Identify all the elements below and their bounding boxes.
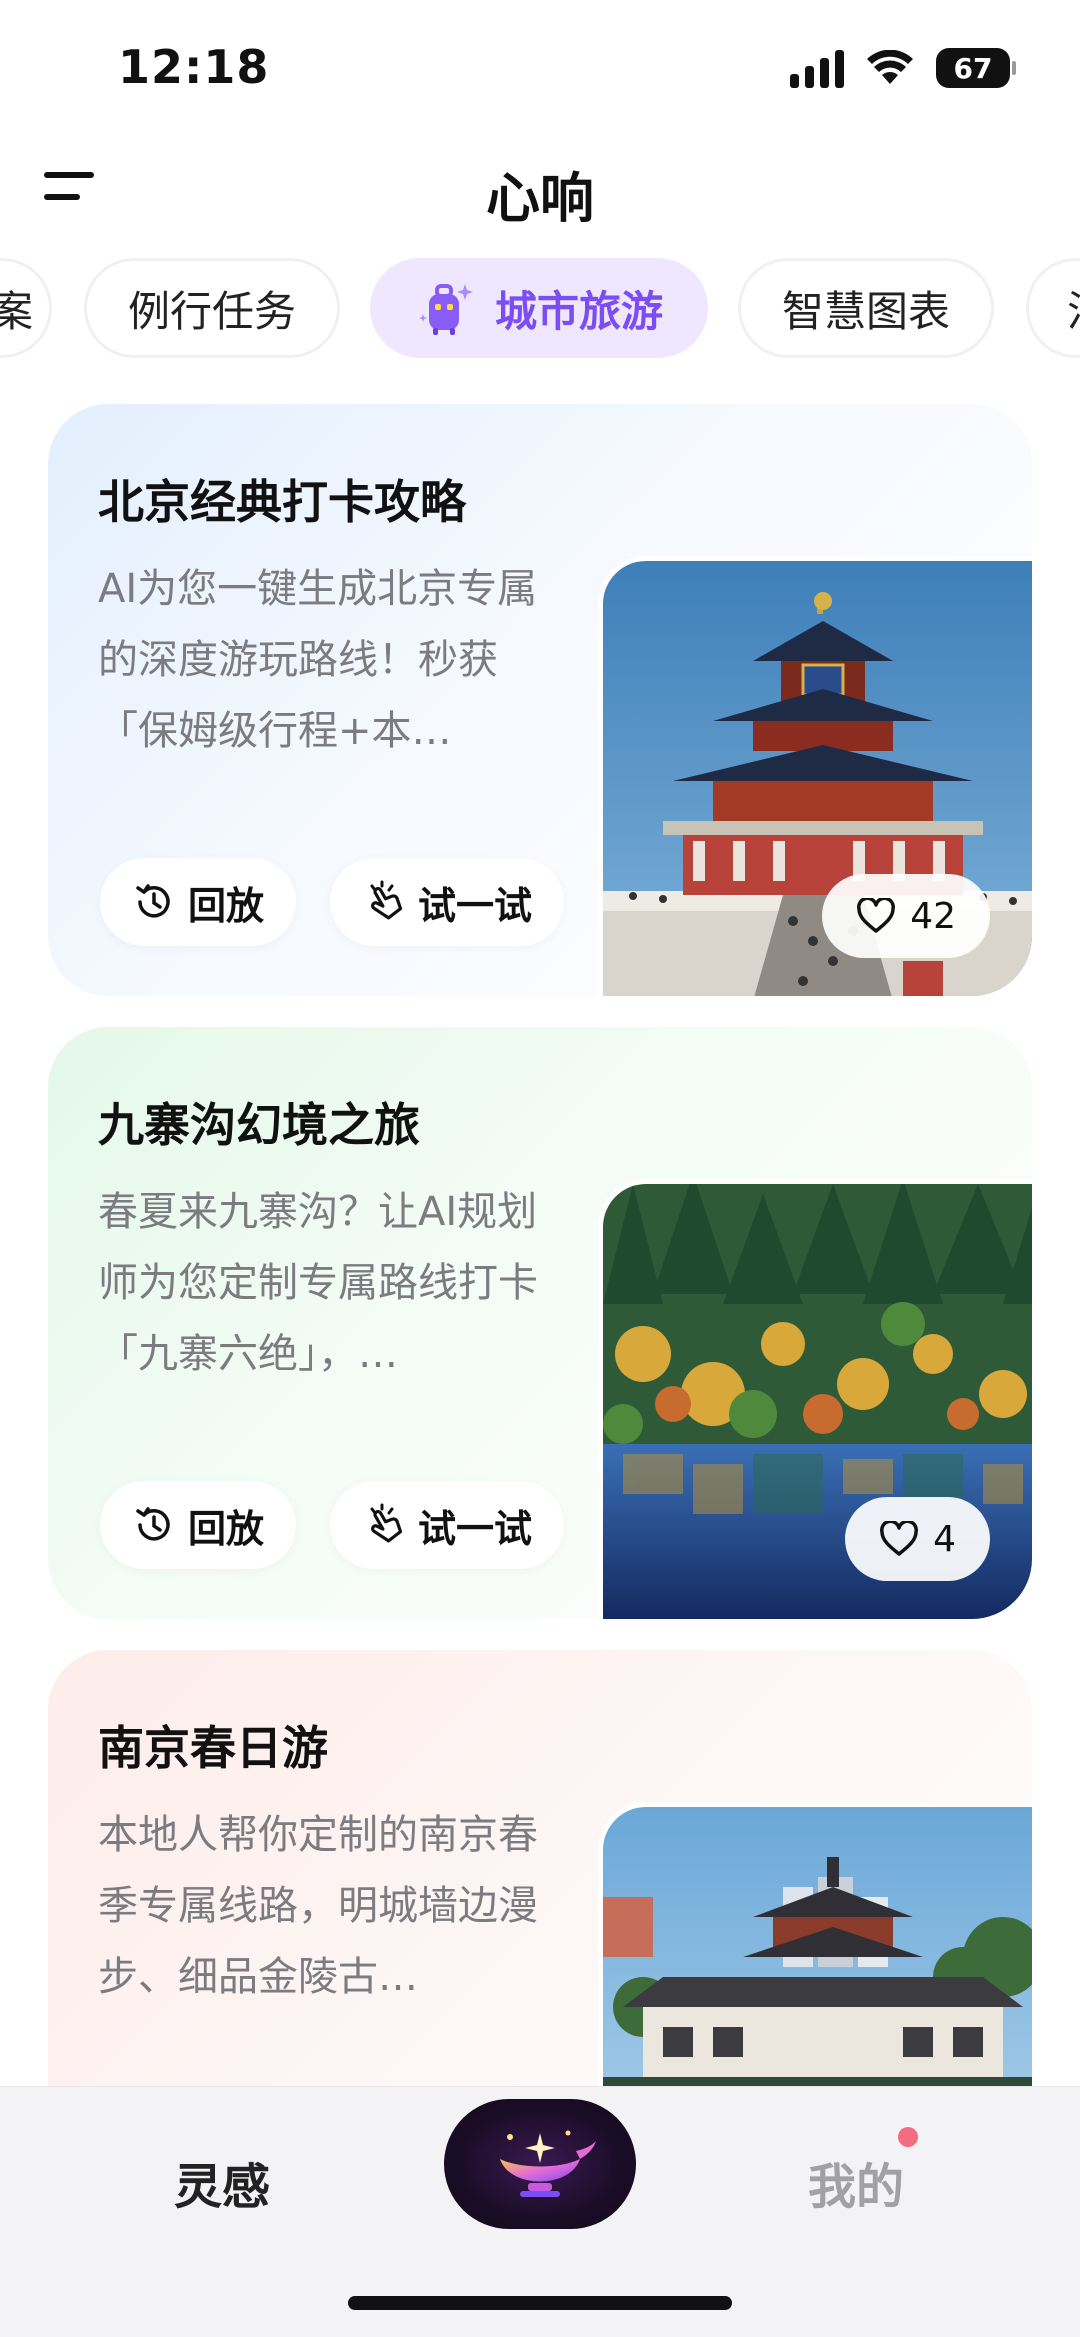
try-button[interactable]: 试一试: [330, 858, 564, 946]
status-bar: 12:18 67: [0, 0, 1080, 130]
replay-button[interactable]: 回放: [100, 1481, 296, 1569]
tab-routine-tasks[interactable]: 例行任务: [84, 258, 340, 358]
status-icons: 67: [790, 48, 1016, 88]
card-description: AI为您一键生成北京专属的深度游玩路线！秒获「保姆级行程+本…: [98, 566, 538, 754]
wifi-icon: [866, 50, 914, 86]
tab-smart-charts[interactable]: 智慧图表: [738, 258, 994, 358]
magic-lamp-icon: [500, 2130, 596, 2197]
card-description: 春夏来九寨沟？让AI规划师为您定制专属路线打卡「九寨六绝」，…: [98, 1189, 538, 1377]
tab-city-travel[interactable]: 城市旅游: [370, 258, 708, 358]
signal-icon: [790, 48, 844, 88]
header: 心响: [0, 130, 1080, 240]
tap-hand-icon: [370, 1503, 403, 1543]
like-count: 4: [933, 1518, 956, 1560]
battery-icon: 67: [936, 48, 1016, 88]
status-time: 12:18: [118, 40, 270, 94]
like-button[interactable]: 42: [822, 874, 990, 958]
tab-label: 例行任务: [127, 286, 296, 336]
tab-partial-right[interactable]: 活: [1026, 258, 1080, 358]
heart-icon: [857, 898, 896, 933]
temple-of-heaven-image: 42: [598, 556, 1032, 996]
heart-icon: [880, 1521, 919, 1556]
tap-hand-icon: [370, 880, 403, 920]
replay-button[interactable]: 回放: [100, 858, 296, 946]
replay-label: 回放: [187, 883, 264, 928]
notification-dot: [898, 2127, 918, 2147]
magic-lamp-button[interactable]: [444, 2099, 636, 2229]
card-description: 本地人帮你定制的南京春季专属线路，明城墙边漫步、细品金陵古…: [98, 1812, 538, 2000]
history-icon: [136, 884, 170, 918]
suitcase-icon: [418, 284, 473, 335]
like-count: 42: [910, 895, 956, 937]
tab-label: 案: [0, 278, 33, 339]
tab-label: 活: [1067, 278, 1080, 339]
replay-label: 回放: [187, 1506, 264, 1551]
card-beijing[interactable]: 北京经典打卡攻略 AI为您一键生成北京专属的深度游玩路线！秒获「保姆级行程+本……: [48, 404, 1032, 996]
try-button[interactable]: 试一试: [330, 1481, 564, 1569]
card-title: 南京春日游: [98, 1721, 328, 1775]
category-tabs: 案 例行任务 城市旅游 智慧图表 活: [0, 258, 1080, 362]
jiuzhaigou-image: 4: [598, 1179, 1032, 1619]
nav-mine[interactable]: 我的: [808, 2147, 904, 2217]
try-label: 试一试: [417, 883, 532, 928]
page-title: 心响: [486, 167, 594, 230]
card-title: 北京经典打卡攻略: [98, 475, 466, 529]
tab-partial-left[interactable]: 案: [0, 258, 52, 358]
history-icon: [136, 1507, 170, 1541]
nav-inspiration[interactable]: 灵感: [174, 2147, 270, 2217]
try-label: 试一试: [417, 1506, 532, 1551]
like-button[interactable]: 4: [845, 1497, 990, 1581]
home-indicator[interactable]: [348, 2296, 732, 2310]
card-jiuzhaigou[interactable]: 九寨沟幻境之旅 春夏来九寨沟？让AI规划师为您定制专属路线打卡「九寨六绝」，… …: [48, 1027, 1032, 1619]
tab-label: 智慧图表: [781, 286, 950, 336]
card-title: 九寨沟幻境之旅: [98, 1098, 420, 1152]
app-screen: 12:18 67 心响 案 例行任务: [0, 0, 1080, 2337]
tab-label: 城市旅游: [494, 286, 663, 336]
